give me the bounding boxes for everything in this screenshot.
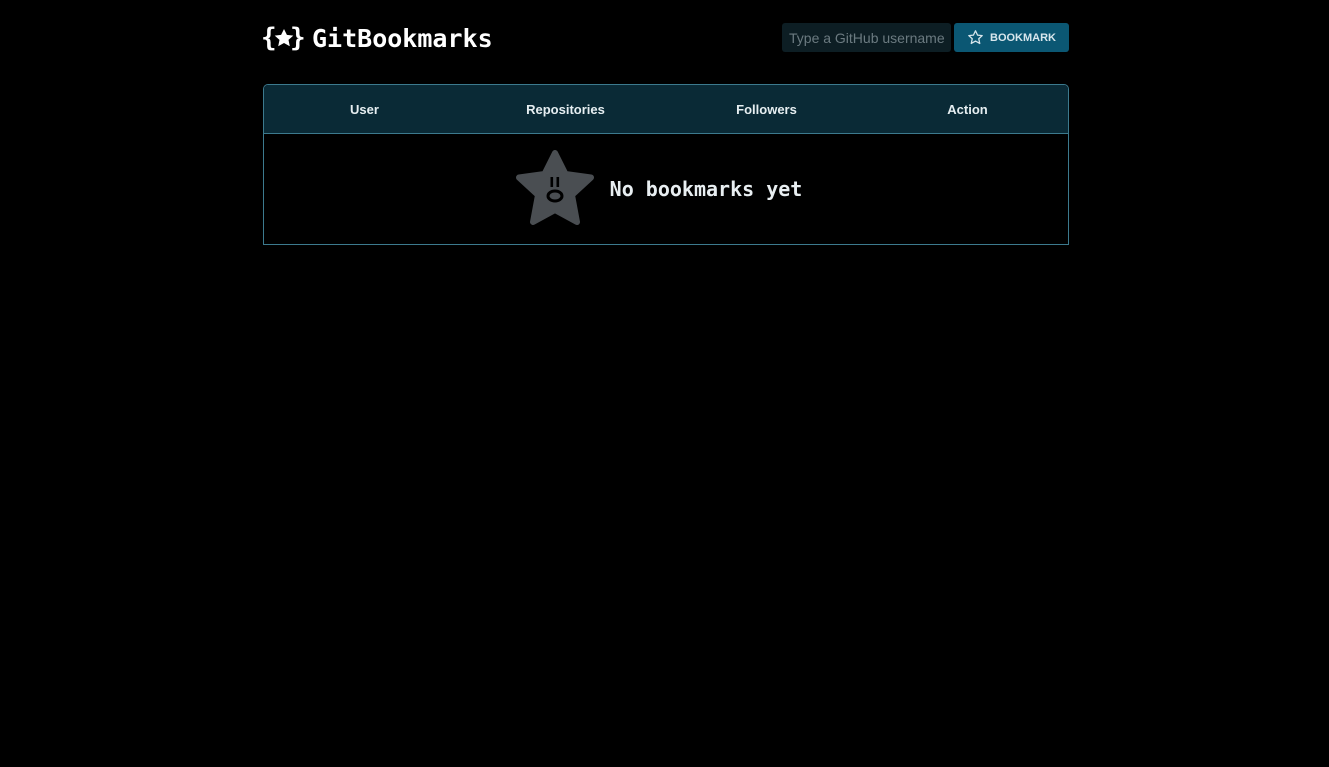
top-bar: { } GitBookmarks BOOKMARK (261, 0, 1069, 84)
svg-text:{: { (261, 23, 277, 53)
empty-state: No bookmarks yet (514, 150, 803, 228)
empty-state-message: No bookmarks yet (609, 177, 803, 201)
bookmarks-table: User Repositories Followers Action No bo… (263, 84, 1069, 245)
bookmark-button-label: BOOKMARK (990, 31, 1056, 44)
star-outline-icon (967, 29, 984, 46)
table-body: No bookmarks yet (264, 134, 1068, 244)
app-container: { } GitBookmarks BOOKMARK User Repo (261, 0, 1069, 245)
bookmark-form: BOOKMARK (782, 23, 1069, 52)
table-header: User Repositories Followers Action (264, 85, 1068, 134)
bookmark-button[interactable]: BOOKMARK (954, 23, 1069, 52)
column-header-followers: Followers (736, 101, 797, 117)
logo[interactable]: { } GitBookmarks (261, 22, 493, 54)
svg-text:}: } (290, 23, 306, 53)
braced-star-icon: { } (261, 22, 307, 54)
username-input[interactable] (782, 23, 951, 52)
app-title: GitBookmarks (312, 23, 493, 53)
column-header-action: Action (947, 101, 988, 117)
column-header-user: User (350, 101, 379, 117)
column-header-repositories: Repositories (526, 101, 605, 117)
shocked-star-icon (514, 150, 596, 228)
